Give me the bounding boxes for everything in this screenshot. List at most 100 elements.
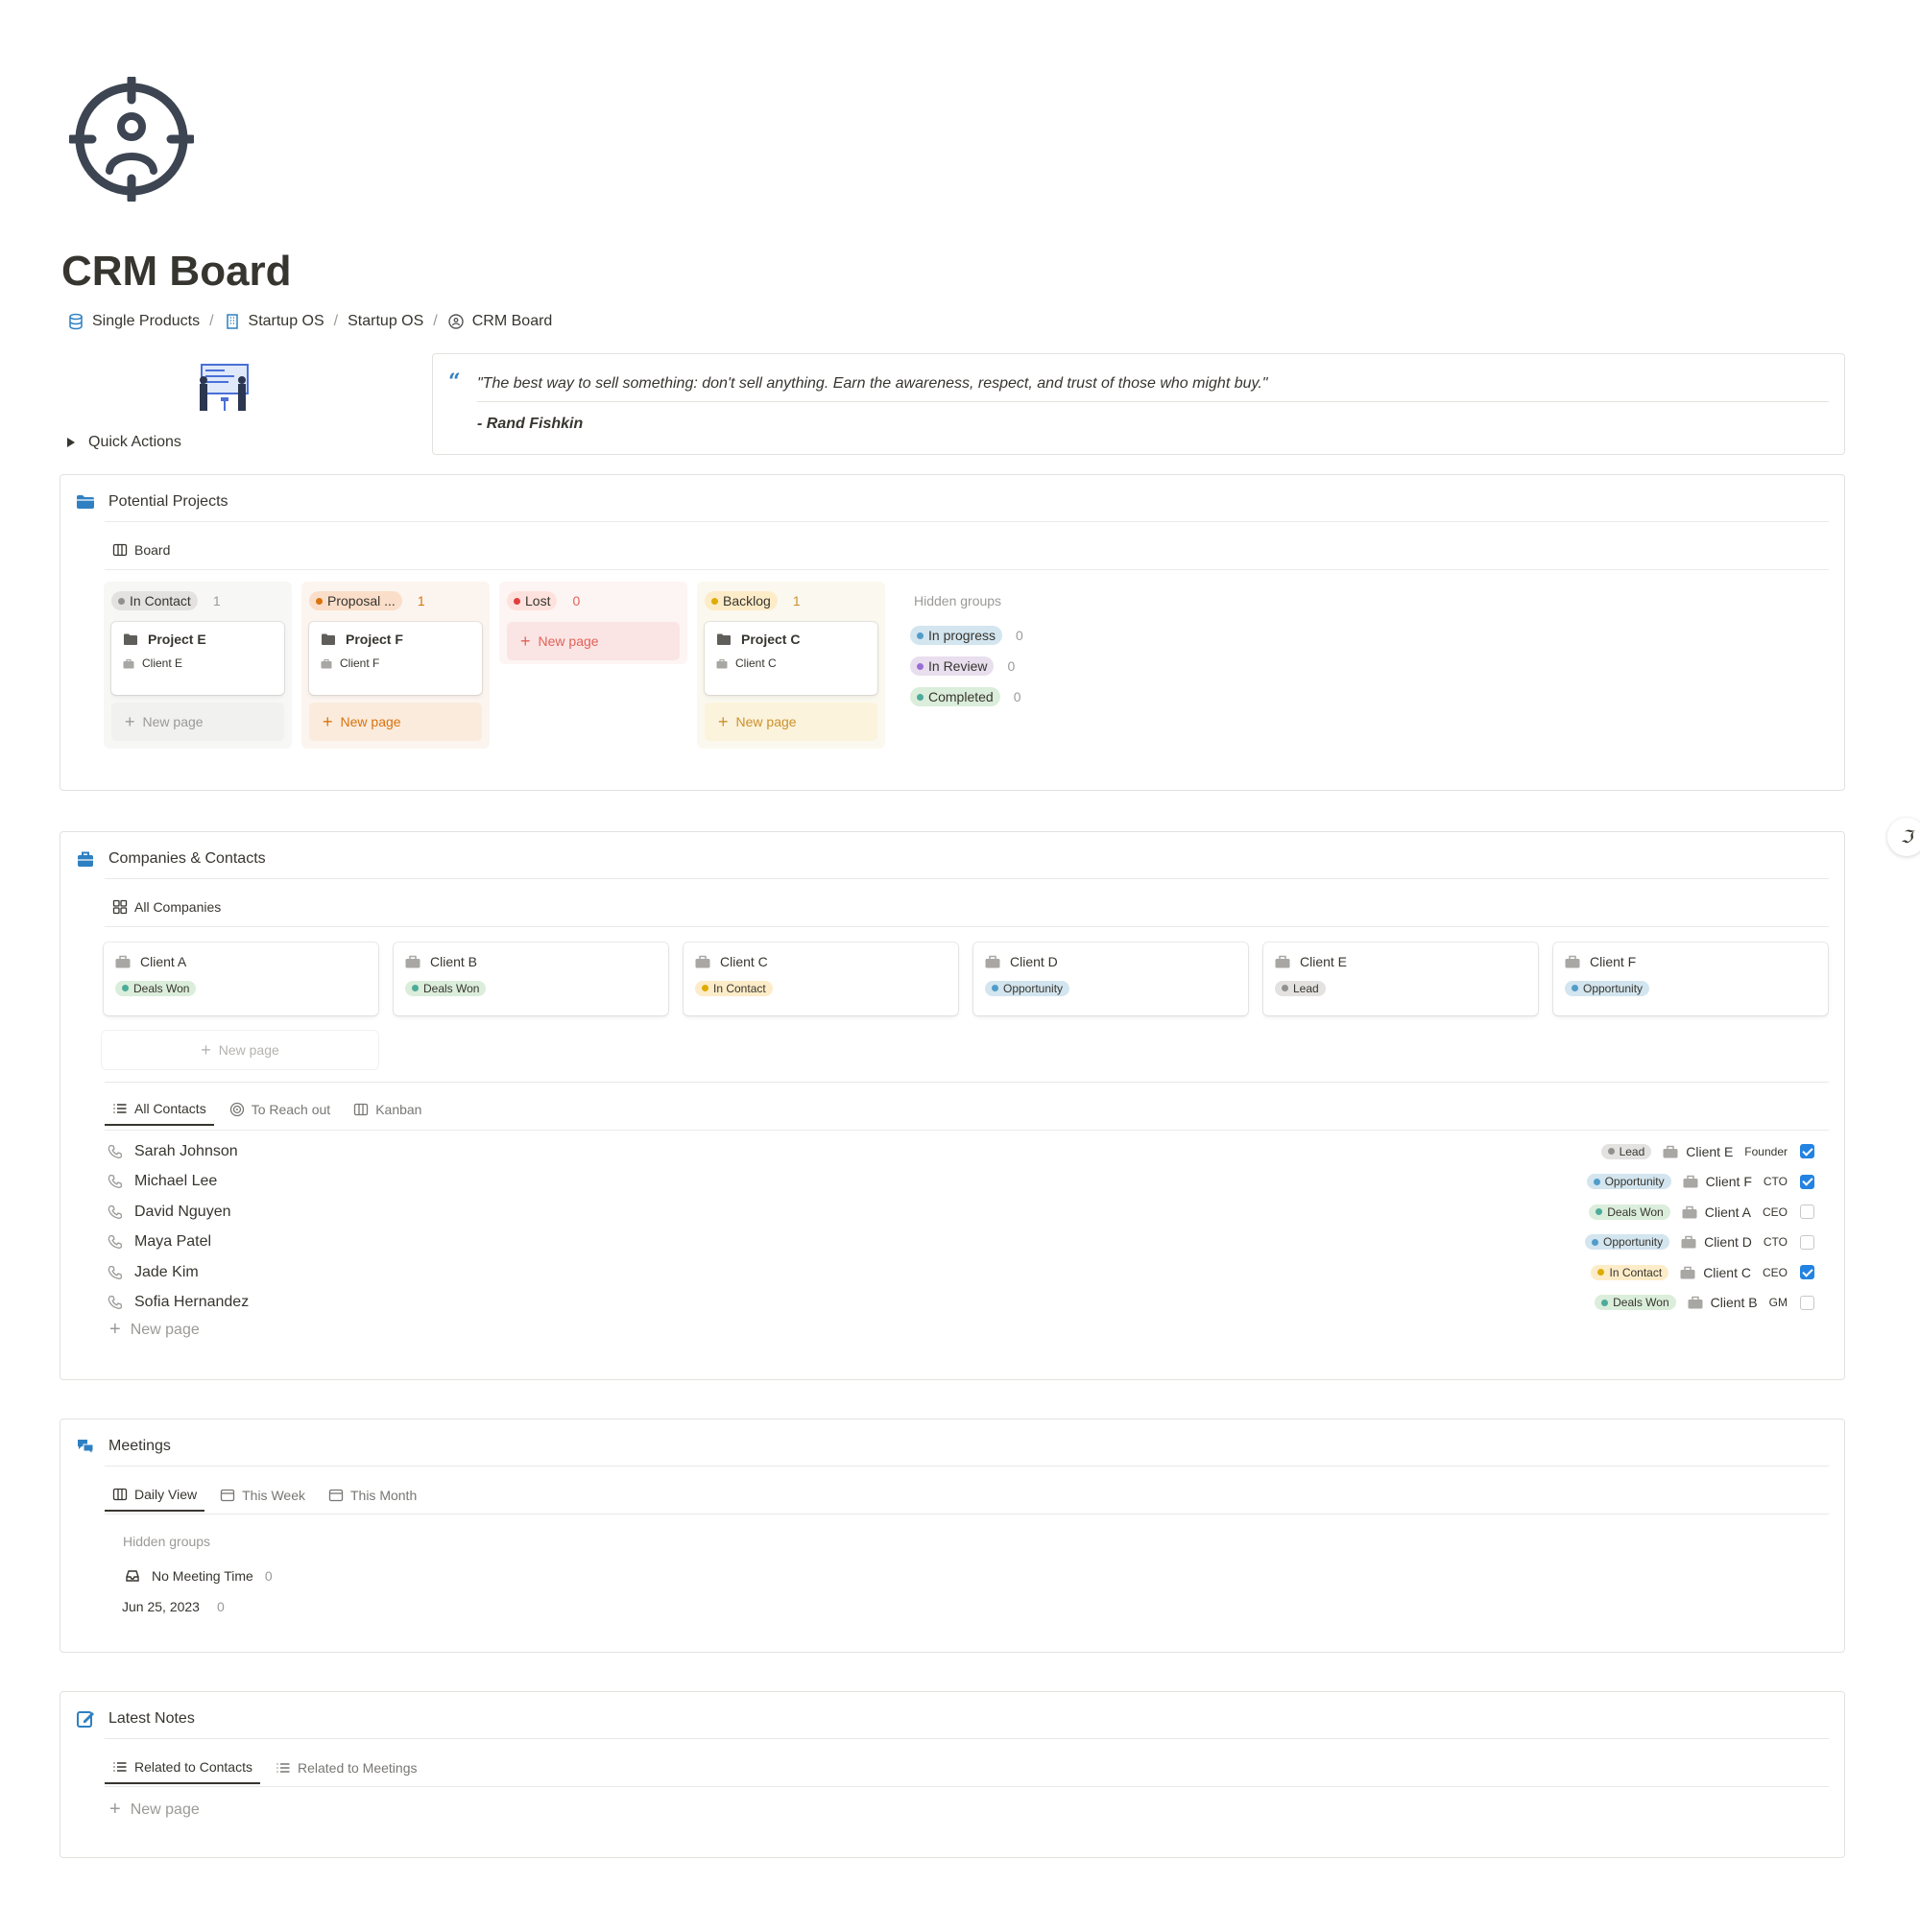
breadcrumb-item-startup-os-page[interactable]: Startup OS [348, 313, 423, 330]
companies-header[interactable]: Companies & Contacts [76, 849, 266, 869]
tab-related-to-contacts[interactable]: Related to Contacts [105, 1759, 260, 1784]
tab-label: This Month [349, 1488, 418, 1503]
view-divider [105, 569, 1829, 570]
status-tag: Opportunity [1586, 1174, 1671, 1189]
tab-this-week[interactable]: This Week [212, 1487, 313, 1512]
contact-name[interactable]: Jade Kim [134, 1264, 199, 1281]
company-card[interactable]: Client B Deals Won [394, 942, 668, 1015]
quick-actions-toggle[interactable]: Quick Actions [67, 434, 181, 451]
folder-icon [717, 633, 731, 645]
breadcrumb: Single Products / Startup OS / Startup O… [67, 313, 552, 330]
hidden-group-in-progress[interactable]: In progress 0 [910, 626, 1023, 645]
contact-checkbox[interactable] [1800, 1234, 1814, 1250]
hidden-group-completed[interactable]: Completed 0 [910, 687, 1021, 706]
new-company-button[interactable]: + New page [102, 1031, 378, 1069]
contact-checkbox[interactable] [1800, 1295, 1814, 1310]
company-relation[interactable]: Client C [1680, 1265, 1751, 1280]
whiteboard-illustration-icon [200, 364, 249, 411]
board-card[interactable]: Project C Client C [705, 622, 877, 695]
notes-header[interactable]: Latest Notes [76, 1709, 195, 1729]
status-tag: Deals Won [405, 980, 487, 996]
tab-all-companies[interactable]: All Companies [105, 899, 228, 922]
board-card[interactable]: Project E Client E [111, 622, 284, 695]
contact-row[interactable]: Jade Kim In Contact Client C CEO [108, 1257, 1826, 1287]
status-tag[interactable]: In Contact [111, 591, 198, 610]
crosshair-person-icon [69, 77, 194, 202]
status-tag: Deals Won [1589, 1204, 1670, 1220]
company-relation[interactable]: Client E [1663, 1144, 1733, 1159]
tab-daily-view[interactable]: Daily View [105, 1487, 205, 1512]
hidden-group-in-review[interactable]: In Review 0 [910, 656, 1015, 676]
tab-all-contacts[interactable]: All Contacts [105, 1101, 214, 1126]
contact-row[interactable]: Maya Patel Opportunity Client D CTO [108, 1228, 1826, 1257]
disclosure-triangle-icon [67, 438, 75, 447]
potential-projects-header[interactable]: Potential Projects [76, 492, 228, 512]
breadcrumb-separator: / [209, 313, 214, 329]
status-tag[interactable]: Lost [507, 591, 558, 610]
breadcrumb-label: Single Products [92, 313, 201, 329]
latest-notes-section: Latest Notes Related to Contacts Related… [60, 1691, 1845, 1858]
column-count: 0 [572, 593, 581, 608]
card-client[interactable]: Client C [735, 656, 777, 670]
company-card[interactable]: Client D Opportunity [973, 942, 1248, 1015]
contact-checkbox[interactable] [1800, 1144, 1814, 1158]
new-page-button[interactable]: + New page [309, 703, 482, 741]
contact-role: CTO [1763, 1175, 1788, 1188]
breadcrumb-item-single-products[interactable]: Single Products [67, 313, 200, 330]
phone-icon [108, 1265, 123, 1279]
company-relation[interactable]: Client F [1683, 1174, 1752, 1189]
hidden-group-no-meeting-time[interactable]: No Meeting Time 0 [125, 1568, 273, 1584]
tab-kanban[interactable]: Kanban [346, 1101, 429, 1126]
contact-name[interactable]: David Nguyen [134, 1204, 231, 1221]
contact-name[interactable]: Sofia Hernandez [134, 1294, 249, 1311]
board-icon [112, 1488, 128, 1501]
breadcrumb-item-startup-os[interactable]: Startup OS [224, 313, 324, 330]
tab-board[interactable]: Board [105, 542, 178, 565]
new-page-button[interactable]: + New page [111, 703, 284, 741]
view-divider [105, 1514, 1829, 1515]
board-card[interactable]: Project F Client F [309, 622, 482, 695]
contact-name[interactable]: Sarah Johnson [134, 1143, 238, 1160]
company-name: Client D [1010, 954, 1058, 969]
company-relation[interactable]: Client B [1688, 1295, 1758, 1310]
company-card[interactable]: Client F Opportunity [1553, 942, 1828, 1015]
contact-name[interactable]: Michael Lee [134, 1173, 217, 1190]
contact-checkbox[interactable] [1800, 1265, 1814, 1279]
company-relation[interactable]: Client D [1681, 1234, 1752, 1250]
meeting-group-date[interactable]: Jun 25, 2023 0 [122, 1599, 225, 1614]
status-tag[interactable]: Proposal ... [309, 591, 402, 610]
contact-row[interactable]: Michael Lee Opportunity Client F CTO [108, 1167, 1826, 1197]
ai-assistant-button[interactable]: ℑ [1887, 818, 1920, 856]
contact-checkbox[interactable] [1800, 1205, 1814, 1219]
new-note-button[interactable]: + New page [109, 1799, 200, 1821]
new-contact-button[interactable]: + New page [109, 1319, 200, 1341]
gallery-icon [112, 899, 128, 915]
briefcase-icon [405, 955, 420, 968]
company-card[interactable]: Client E Lead [1263, 942, 1538, 1015]
card-client[interactable]: Client F [340, 656, 379, 670]
contact-row[interactable]: Sarah Johnson Lead Client E Founder [108, 1136, 1826, 1166]
contact-name[interactable]: Maya Patel [134, 1233, 211, 1251]
contact-checkbox[interactable] [1800, 1174, 1814, 1189]
card-client[interactable]: Client E [142, 656, 182, 670]
company-relation[interactable]: Client A [1682, 1205, 1751, 1220]
new-page-button[interactable]: + New page [705, 703, 877, 741]
tab-related-to-meetings[interactable]: Related to Meetings [268, 1759, 425, 1784]
contact-row[interactable]: Sofia Hernandez Deals Won Client B GM [108, 1288, 1826, 1318]
briefcase-icon [695, 955, 710, 968]
breadcrumb-label: Startup OS [248, 313, 324, 329]
company-card[interactable]: Client C In Contact [684, 942, 958, 1015]
tab-to-reach-out[interactable]: To Reach out [222, 1101, 339, 1126]
breadcrumb-item-crm-board[interactable]: CRM Board [447, 313, 552, 330]
tab-label: This Week [242, 1488, 305, 1503]
status-tag: In Contact [1591, 1264, 1669, 1280]
new-page-button[interactable]: + New page [507, 622, 680, 660]
company-card[interactable]: Client A Deals Won [104, 942, 378, 1015]
status-tag: Opportunity [1585, 1234, 1670, 1250]
meeting-view-tabs: Daily View This Week This Month [105, 1487, 424, 1512]
tab-this-month[interactable]: This Month [321, 1487, 424, 1512]
status-tag[interactable]: Backlog [705, 591, 778, 610]
contact-row[interactable]: David Nguyen Deals Won Client A CEO [108, 1197, 1826, 1227]
meetings-header[interactable]: Meetings [76, 1437, 171, 1456]
quote-icon: “ [448, 370, 461, 394]
